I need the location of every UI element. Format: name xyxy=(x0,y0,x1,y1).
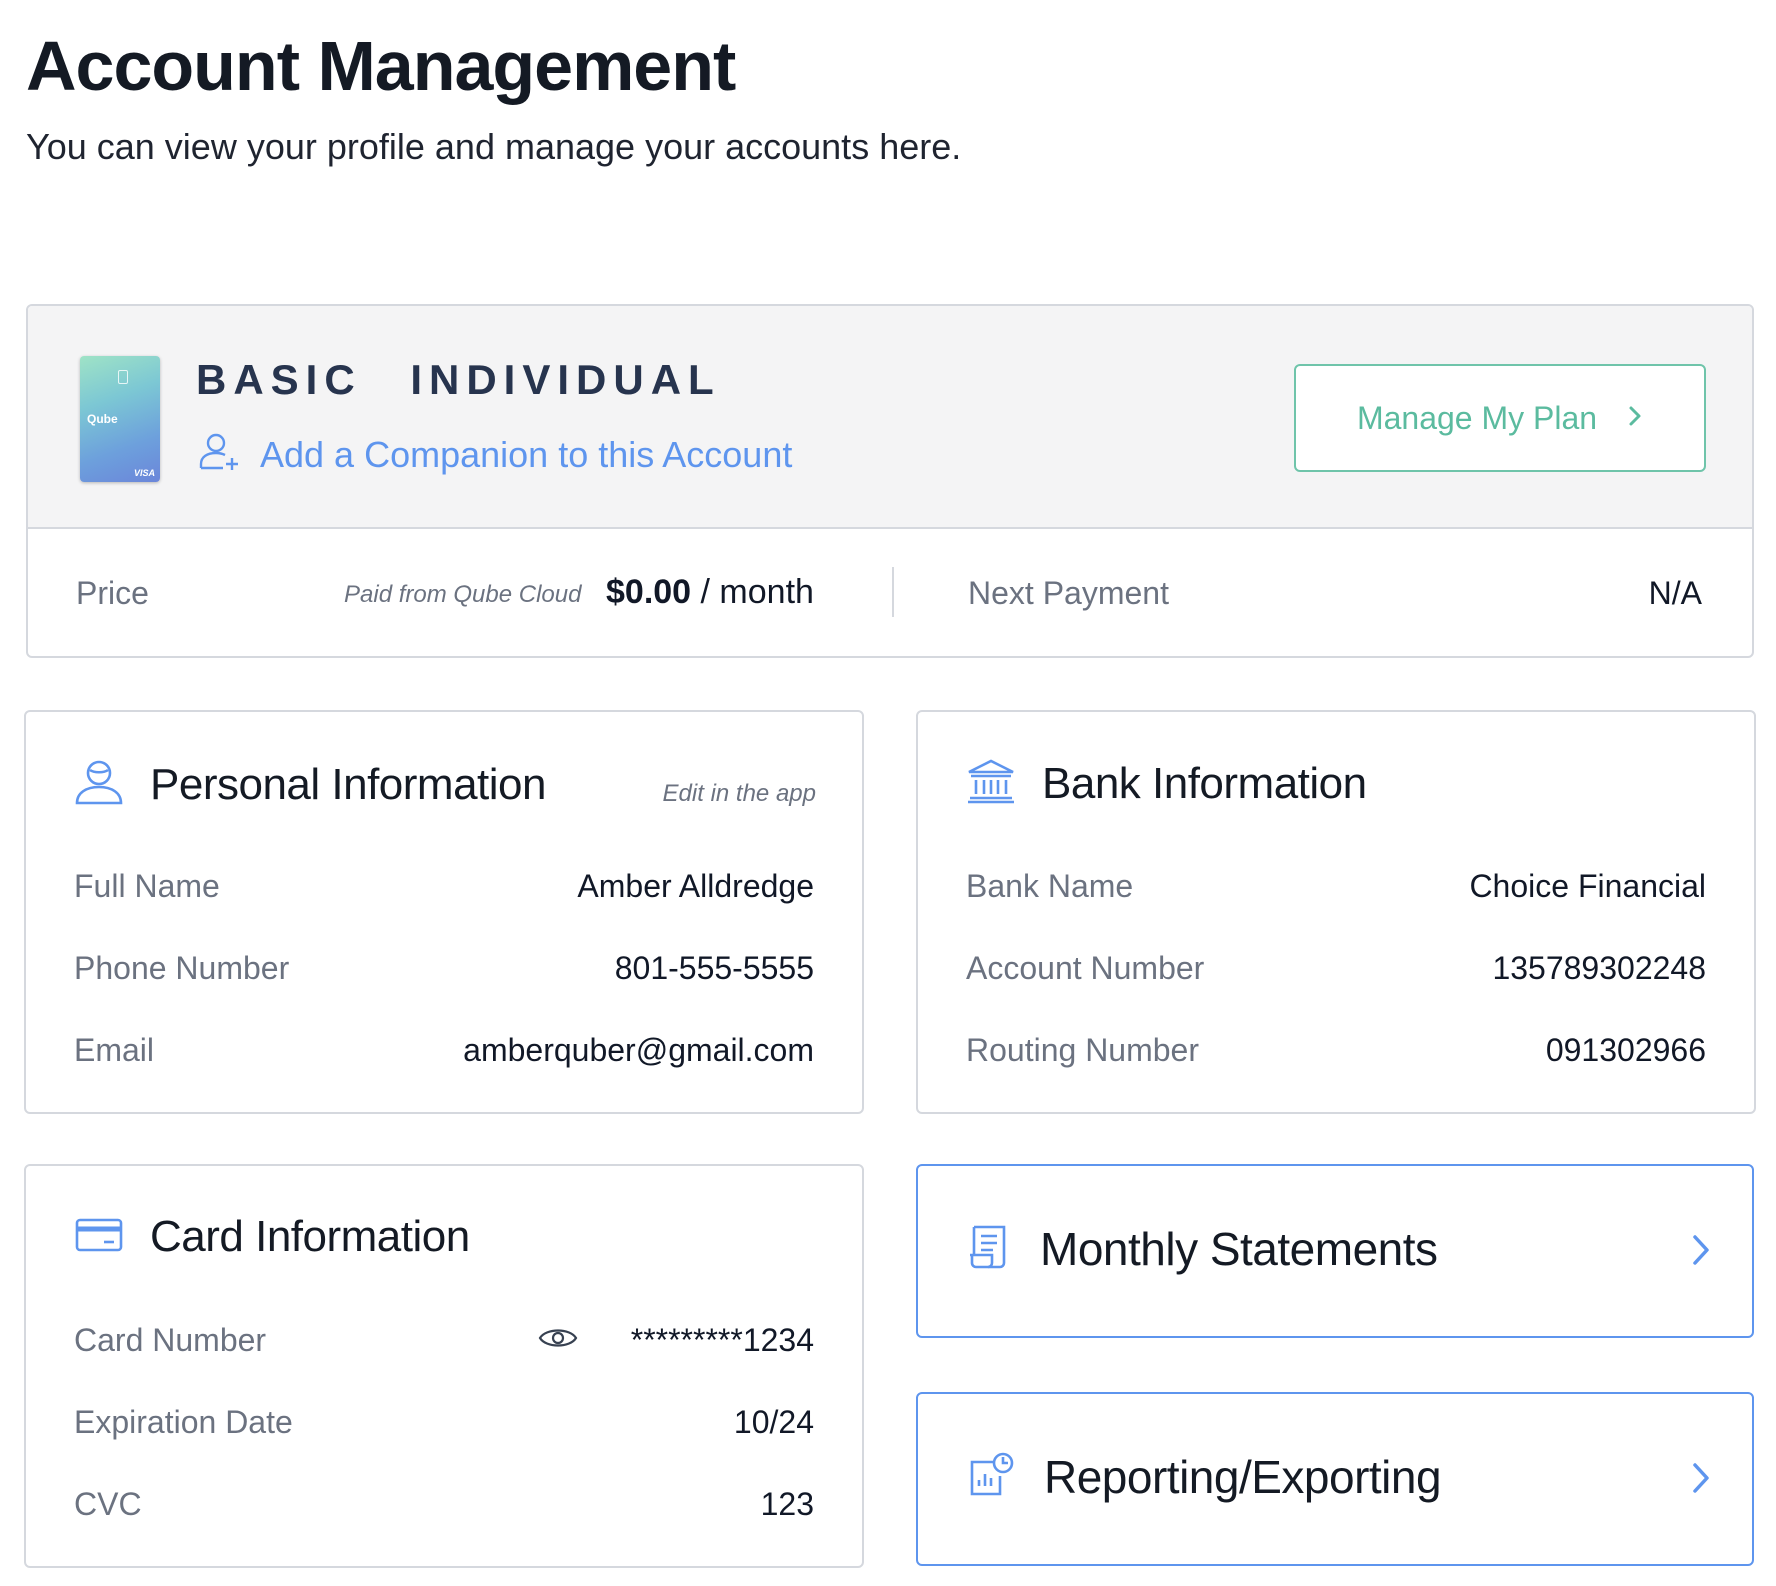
page-title: Account Management xyxy=(26,27,736,105)
eye-icon[interactable] xyxy=(538,1324,578,1357)
add-companion-link[interactable]: Add a Companion to this Account xyxy=(198,430,792,479)
row-value: 801-555-5555 xyxy=(614,950,814,986)
add-companion-label: Add a Companion to this Account xyxy=(260,433,793,475)
reporting-exporting-title: Reporting/Exporting xyxy=(1044,1451,1442,1503)
card-info-card: Card Information Card Number *********12… xyxy=(24,1164,864,1568)
row-value: Amber Alldredge xyxy=(577,868,814,904)
card-image: Qube VISA xyxy=(80,356,160,482)
info-row: Routing Number 091302966 xyxy=(966,1032,1706,1072)
price-value: $0.00 / month xyxy=(606,573,814,612)
info-row: Phone Number 801-555-5555 xyxy=(74,950,814,990)
price-label: Price xyxy=(76,575,149,611)
manage-plan-button[interactable]: Manage My Plan xyxy=(1294,364,1706,472)
price-note: Paid from Qube Cloud xyxy=(344,581,582,608)
chevron-right-icon xyxy=(1690,1460,1712,1501)
card-info-header: Card Information xyxy=(74,1212,470,1262)
card-chip-icon xyxy=(118,370,128,384)
row-value: 10/24 xyxy=(733,1404,814,1440)
row-label: Bank Name xyxy=(966,868,1134,904)
edit-in-app-note: Edit in the app xyxy=(662,780,816,807)
row-label: CVC xyxy=(74,1486,142,1522)
info-row: Full Name Amber Alldredge xyxy=(74,868,814,908)
chevron-right-icon xyxy=(1627,404,1643,433)
card-info-title: Card Information xyxy=(150,1212,470,1261)
personal-info-card: Personal Information Edit in the app Ful… xyxy=(24,710,864,1114)
user-icon xyxy=(74,758,124,811)
page-subtitle: You can view your profile and manage you… xyxy=(26,126,962,167)
info-row: Email amberquber@gmail.com xyxy=(74,1032,814,1072)
add-user-icon xyxy=(198,430,242,479)
row-value: 091302966 xyxy=(1545,1032,1706,1068)
bank-info-header: Bank Information xyxy=(966,758,1367,809)
next-payment-value: N/A xyxy=(1648,575,1702,611)
plan-details: Price Paid from Qube Cloud $0.00 / month… xyxy=(28,531,1752,656)
info-row: Account Number 135789302248 xyxy=(966,950,1706,990)
manage-plan-label: Manage My Plan xyxy=(1356,399,1598,436)
next-payment-label: Next Payment xyxy=(968,575,1169,611)
row-label: Card Number xyxy=(74,1322,267,1358)
reporting-exporting-header: Reporting/Exporting xyxy=(968,1450,1442,1504)
monthly-statements-title: Monthly Statements xyxy=(1040,1223,1438,1275)
price-period: / month xyxy=(691,573,814,611)
chevron-right-icon xyxy=(1690,1232,1712,1273)
row-label: Full Name xyxy=(74,868,220,904)
row-value: *********1234 xyxy=(630,1322,814,1358)
bank-info-title: Bank Information xyxy=(1042,758,1367,808)
card-brand: Qube xyxy=(87,412,118,426)
plan-header: Qube VISA BASIC INDIVIDUAL Add a Compani… xyxy=(28,306,1752,529)
row-label: Account Number xyxy=(966,950,1205,986)
info-row: Expiration Date 10/24 xyxy=(74,1404,814,1444)
report-chart-icon xyxy=(968,1452,1014,1503)
card-network: VISA xyxy=(133,468,155,478)
row-label: Routing Number xyxy=(966,1032,1199,1068)
plan-name: BASIC INDIVIDUAL xyxy=(196,356,721,403)
monthly-statements-header: Monthly Statements xyxy=(968,1222,1438,1276)
reporting-exporting-link[interactable]: Reporting/Exporting xyxy=(916,1392,1754,1566)
info-row: Card Number *********1234 xyxy=(74,1322,814,1362)
row-value: 135789302248 xyxy=(1492,950,1706,986)
bank-icon xyxy=(966,758,1016,809)
monthly-statements-link[interactable]: Monthly Statements xyxy=(916,1164,1754,1338)
info-row: CVC 123 xyxy=(74,1486,814,1526)
plan-card: Qube VISA BASIC INDIVIDUAL Add a Compani… xyxy=(26,304,1754,658)
row-label: Expiration Date xyxy=(74,1404,293,1440)
credit-card-icon xyxy=(74,1215,124,1260)
document-icon xyxy=(968,1224,1010,1275)
bank-info-card: Bank Information Bank Name Choice Financ… xyxy=(916,710,1756,1114)
info-row: Bank Name Choice Financial xyxy=(966,868,1706,908)
personal-info-title: Personal Information xyxy=(150,759,547,809)
price-amount: $0.00 xyxy=(606,573,692,611)
row-label: Phone Number xyxy=(74,950,290,986)
row-label: Email xyxy=(74,1032,155,1068)
divider xyxy=(892,567,894,617)
row-value: 123 xyxy=(760,1486,814,1522)
personal-info-header: Personal Information xyxy=(74,758,547,811)
row-value: amberquber@gmail.com xyxy=(463,1032,814,1068)
row-value: Choice Financial xyxy=(1469,868,1706,904)
